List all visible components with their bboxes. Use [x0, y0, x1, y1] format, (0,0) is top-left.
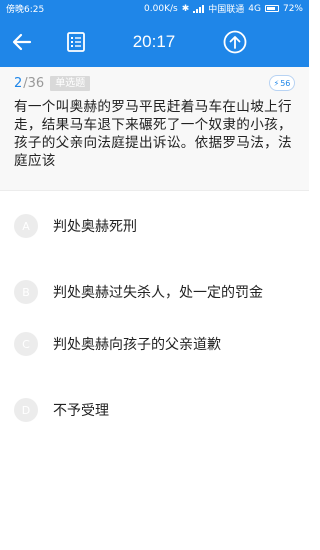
signal-icon [193, 4, 205, 13]
network-type: 4G [248, 3, 261, 14]
app-bar: 20:17 [0, 17, 309, 67]
option-b-text: 判处奥赫过失杀人，处一定的罚金 [53, 285, 263, 301]
option-b[interactable]: B 判处奥赫过失杀人，处一定的罚金 [14, 278, 304, 306]
answer-sheet-icon[interactable] [64, 30, 88, 54]
option-d-letter: D [14, 398, 38, 422]
option-c-letter: C [14, 332, 38, 356]
status-bar: 傍晚6:25 0.00K/s ✱ 中国联通 4G 72% [0, 0, 309, 17]
network-speed: 0.00K/s [144, 3, 178, 14]
option-b-letter: B [14, 280, 38, 304]
like-badge[interactable]: ⚡ 56 [269, 75, 295, 91]
battery-icon [264, 5, 279, 12]
back-arrow-icon[interactable] [10, 30, 34, 54]
option-a[interactable]: A 判处奥赫死刑 [14, 212, 304, 240]
battery-level: 72% [282, 3, 303, 14]
option-a-text: 判处奥赫死刑 [53, 219, 137, 235]
question-header: 2 /36 单选题 [14, 75, 91, 91]
option-c-text: 判处奥赫向孩子的父亲道歉 [53, 337, 221, 353]
status-indicators: 0.00K/s ✱ 中国联通 4G 72% [144, 2, 303, 16]
question-panel: 2 /36 单选题 ⚡ 56 有一个叫奥赫的罗马平民赶着马车在山坡上行走，结果马… [0, 67, 309, 191]
carrier-name: 中国联通 [208, 5, 245, 15]
option-d[interactable]: D 不予受理 [14, 396, 304, 424]
like-icon: ⚡ [273, 78, 280, 88]
like-count: 56 [280, 78, 291, 88]
option-c[interactable]: C 判处奥赫向孩子的父亲道歉 [14, 330, 304, 358]
question-total: /36 [23, 75, 45, 91]
bluetooth-icon: ✱ [181, 3, 190, 14]
question-type-badge: 单选题 [50, 75, 91, 91]
status-time: 傍晚6:25 [6, 5, 45, 15]
question-index: 2 [14, 75, 23, 91]
question-text: 有一个叫奥赫的罗马平民赶着马车在山坡上行走，结果马车退下来碾死了一个奴隶的小孩，… [14, 99, 292, 169]
option-d-text: 不予受理 [53, 403, 109, 419]
exam-timer: 20:17 [132, 32, 176, 51]
upload-icon[interactable] [222, 29, 248, 55]
option-a-letter: A [14, 214, 38, 238]
